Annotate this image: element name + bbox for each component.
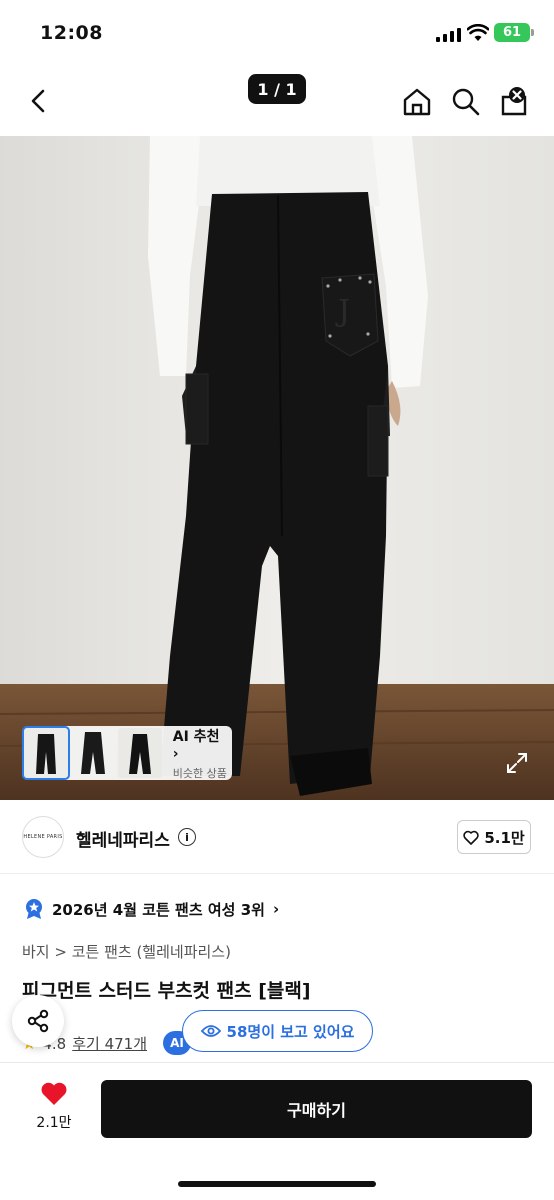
heart-outline-icon	[463, 830, 479, 845]
brand-name[interactable]: 헬레네파리스	[76, 826, 170, 851]
chevron-right-icon: ›	[172, 745, 179, 762]
svg-text:J: J	[335, 294, 350, 329]
ranking-badge[interactable]: 2026년 4월 코튼 팬츠 여성 3위 ›	[24, 898, 279, 920]
signal-icon	[436, 26, 461, 42]
thumbnail-3[interactable]	[117, 728, 162, 778]
image-counter: 1 / 1	[248, 74, 306, 104]
share-button[interactable]	[12, 995, 64, 1047]
expand-icon[interactable]	[502, 748, 532, 778]
brand-like-count: 5.1만	[484, 828, 525, 847]
heart-filled-icon	[41, 1082, 67, 1105]
review-link[interactable]: 후기 471개	[72, 1033, 147, 1054]
product-image[interactable]: J AI 추천 › 비슷한 상품	[0, 136, 554, 800]
thumbnail-2[interactable]	[70, 728, 115, 778]
wifi-icon	[467, 24, 489, 41]
wishlist-button[interactable]: 2.1만	[28, 1081, 80, 1141]
thumbnail-1[interactable]	[22, 726, 70, 780]
home-indicator	[178, 1181, 376, 1187]
ranking-text: 2026년 4월 코튼 팬츠 여성 3위	[52, 900, 265, 919]
wishlist-count: 2.1만	[36, 1115, 72, 1131]
status-time: 12:08	[40, 22, 103, 44]
battery-icon: 61	[494, 23, 534, 42]
cart-icon[interactable]	[498, 86, 530, 118]
buy-button[interactable]: 구매하기	[101, 1080, 532, 1138]
eye-icon	[200, 1025, 221, 1037]
battery-level: 61	[502, 25, 522, 40]
bottom-action-bar: 2.1만 구매하기	[0, 1062, 554, 1200]
similar-products-strip[interactable]: AI 추천 › 비슷한 상품	[22, 726, 232, 780]
product-photo: J	[0, 136, 554, 800]
search-icon[interactable]	[450, 86, 482, 118]
product-title: 피그먼트 스터드 부츠컷 팬츠 [블랙]	[22, 980, 311, 1002]
back-icon[interactable]	[26, 86, 52, 116]
medal-icon	[26, 899, 42, 919]
chevron-right-icon: ›	[272, 900, 280, 918]
home-icon[interactable]	[401, 86, 433, 118]
brand-logo[interactable]: HELENE PARIS	[22, 816, 64, 858]
ai-recommend-subtitle: 비슷한 상품	[172, 766, 227, 780]
info-icon[interactable]: i	[178, 828, 196, 846]
share-icon	[27, 1009, 49, 1033]
brand-like-button[interactable]: 5.1만	[457, 820, 531, 854]
ai-recommend-title: AI 추천 ›	[173, 726, 230, 762]
status-bar: 12:08 61	[0, 0, 554, 68]
breadcrumb[interactable]: 바지 > 코튼 팬츠 (헬레네파리스)	[22, 941, 231, 962]
brand-logo-text: HELENE PARIS	[23, 834, 63, 840]
ai-recommend-title-text: AI 추천	[172, 728, 220, 745]
viewers-text: 58명이 보고 있어요	[226, 1022, 355, 1041]
viewers-pill: 58명이 보고 있어요	[182, 1010, 373, 1052]
brand-row: HELENE PARIS 헬레네파리스 i 5.1만	[0, 800, 554, 874]
ai-recommend[interactable]: AI 추천 › 비슷한 상품	[173, 726, 230, 781]
